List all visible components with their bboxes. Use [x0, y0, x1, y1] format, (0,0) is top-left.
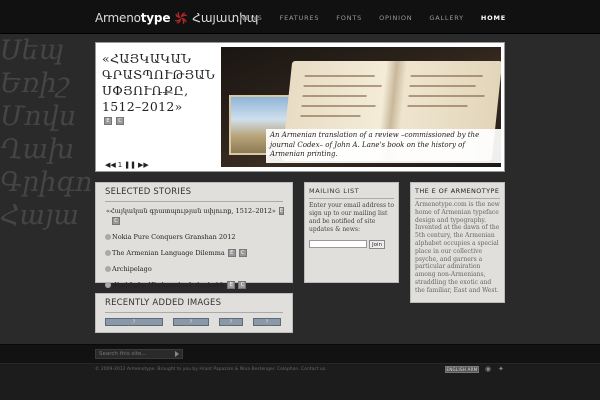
slide-number[interactable]: 1: [118, 161, 122, 169]
mailing-list-heading: MAILING LIST: [309, 187, 394, 199]
main-nav: News Features Fonts Opinion Gallery Home: [223, 14, 506, 22]
story-item[interactable]: «Հայկական գրատպության սփյուռք, 1512–2012…: [105, 207, 285, 215]
image-placeholder-icon[interactable]: ?: [105, 318, 163, 326]
story-title[interactable]: «Հայկական գրատպության սփյուռք, 1512–2012…: [106, 207, 276, 215]
copyright-text: © 2009-2012 Armenotype. Brought to you b…: [95, 367, 327, 372]
story-title[interactable]: Archipelago: [112, 265, 152, 273]
next-icon[interactable]: ▶▶: [138, 161, 149, 169]
story-title[interactable]: Nokia Pure Conquers Granshan 2012: [112, 233, 235, 241]
story-title[interactable]: Վերինքնը Միջերաժյան Հայերեն: [112, 281, 224, 289]
about-panel: THE E OF ARMENOTYPE Armenotype.com is th…: [410, 182, 505, 303]
nav-news[interactable]: News: [240, 14, 263, 22]
eternity-sign-icon: [174, 11, 188, 25]
twitter-icon[interactable]: ✦: [498, 366, 505, 373]
story-item[interactable]: Nokia Pure Conquers Granshan 2012: [105, 233, 283, 241]
top-bar: Armenotype Հայատիպ News Features Fonts O…: [0, 0, 600, 34]
image-placeholder-icon[interactable]: ?: [253, 318, 281, 326]
story-item[interactable]: Archipelago: [105, 265, 283, 273]
search-placeholder: Search this site...: [99, 351, 147, 357]
tag-english[interactable]: E: [227, 281, 236, 289]
tag-armenian[interactable]: C: [238, 281, 247, 289]
footer-icons: ENGLISH ARM ◉ ✦: [445, 366, 505, 373]
story-title[interactable]: The Armenian Language Dilemma: [112, 249, 225, 257]
bg-letter-line: Գրիգո: [0, 167, 93, 198]
nav-fonts[interactable]: Fonts: [336, 14, 362, 22]
pause-icon[interactable]: ❚❚: [124, 161, 136, 169]
recent-images-panel: RECENTLY ADDED IMAGES ? ? ? ?: [95, 293, 293, 333]
email-field[interactable]: [309, 240, 367, 248]
bullet-icon: [105, 234, 111, 240]
tag-armenian[interactable]: C: [238, 249, 247, 257]
nav-home[interactable]: Home: [481, 14, 506, 22]
tag-english[interactable]: E: [278, 207, 285, 215]
logo-latin-text: Armenotype: [95, 11, 171, 25]
previous-icon[interactable]: ◀◀: [105, 161, 116, 169]
featured-language-tags: E C: [104, 117, 124, 125]
nav-gallery[interactable]: Gallery: [429, 14, 464, 22]
rss-icon[interactable]: ◉: [485, 366, 492, 373]
tag-english[interactable]: E: [104, 117, 112, 125]
bg-letter-line: Սեպ: [0, 35, 64, 66]
tag-armenian[interactable]: C: [112, 217, 120, 225]
story-item[interactable]: The Armenian Language Dilemma E C: [105, 249, 283, 257]
story-item[interactable]: Վերինքնը Միջերաժյան Հայերեն E C: [105, 281, 283, 289]
bg-letter-line: Մովս: [0, 101, 77, 132]
bg-letter-line: Հայա: [0, 200, 79, 231]
image-placeholder-icon[interactable]: ?: [219, 318, 243, 326]
selected-stories-panel: SELECTED STORIES «Հայկական գրատպության ս…: [95, 182, 293, 289]
featured-caption: An Armenian translation of a review –com…: [266, 129, 501, 163]
bg-letter-line: Եռիշ: [0, 68, 70, 99]
mailing-list-panel: MAILING LIST Enter your email address to…: [304, 182, 399, 283]
footer-search-bar: [0, 344, 600, 364]
mailing-form: Join: [309, 240, 386, 249]
bullet-icon: [105, 266, 111, 272]
search-submit-icon[interactable]: [175, 351, 179, 357]
featured-image[interactable]: An Armenian translation of a review –com…: [221, 47, 501, 167]
footer: [0, 344, 600, 400]
language-badge[interactable]: ENGLISH ARM: [445, 366, 479, 373]
nav-opinion[interactable]: Opinion: [379, 14, 412, 22]
bullet-icon: [105, 282, 111, 288]
selected-stories-heading: SELECTED STORIES: [105, 187, 283, 202]
bullet-icon: [105, 250, 111, 256]
tag-english[interactable]: E: [227, 249, 236, 257]
nav-features[interactable]: Features: [280, 14, 320, 22]
image-placeholder-icon[interactable]: ?: [173, 318, 209, 326]
story-item-tags-continued: C: [105, 217, 283, 225]
about-text: Armenotype.com is the new home of Armeni…: [415, 201, 500, 294]
search-input[interactable]: Search this site...: [95, 349, 183, 359]
bg-letter-line: Ղախ: [0, 134, 75, 165]
about-heading: THE E OF ARMENOTYPE: [415, 187, 500, 199]
decorative-armenian-letters: Սեպ Եռիշ Մովս Ղախ Գրիգո Հայա: [0, 34, 95, 274]
mailing-list-text: Enter your email address to sign up to o…: [309, 202, 394, 233]
join-button[interactable]: Join: [369, 240, 386, 249]
featured-slider: «ՀԱՅԿԱԿԱՆ ԳՐԱՏՊՈՒԹՅԱՆ ՍՓՅՈՒՌՔԸ, 1512–201…: [95, 42, 505, 172]
recent-images-heading: RECENTLY ADDED IMAGES: [105, 298, 283, 313]
slider-controls: ◀◀ 1 ❚❚ ▶▶: [105, 161, 149, 169]
tag-armenian[interactable]: C: [116, 117, 124, 125]
featured-title[interactable]: «ՀԱՅԿԱԿԱՆ ԳՐԱՏՊՈՒԹՅԱՆ ՍՓՅՈՒՌՔԸ, 1512–201…: [102, 51, 220, 115]
thumbnail-row: ? ? ? ?: [105, 318, 283, 326]
